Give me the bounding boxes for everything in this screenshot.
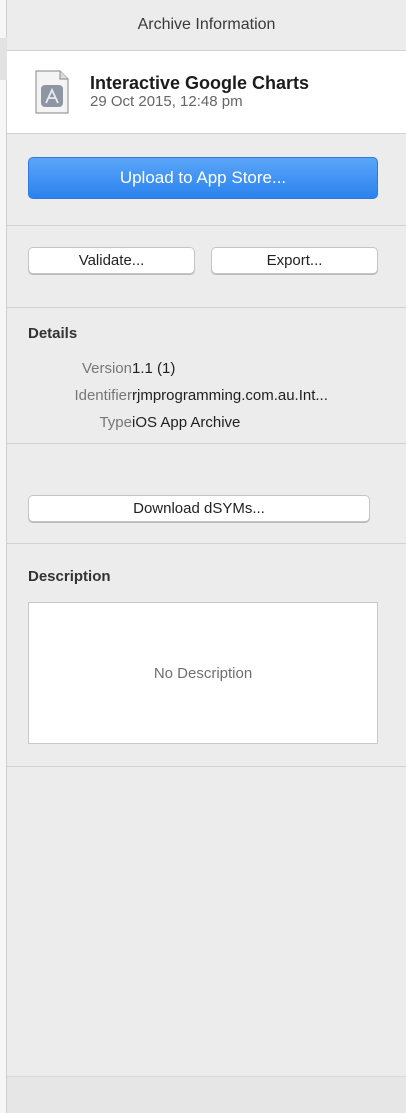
detail-value: iOS App Archive xyxy=(132,414,241,431)
description-placeholder: No Description xyxy=(153,664,253,682)
archive-summary: Interactive Google Charts 29 Oct 2015, 1… xyxy=(7,51,406,134)
archive-text: Interactive Google Charts 29 Oct 2015, 1… xyxy=(90,73,309,111)
archive-date: 29 Oct 2015, 12:48 pm xyxy=(90,93,243,110)
archive-information-panel: Archive Information Interactive Google C… xyxy=(7,0,406,1113)
detail-row-version: Version 1.1 (1) xyxy=(7,360,406,380)
description-heading: Description xyxy=(28,568,111,585)
app-archive-document-icon xyxy=(35,70,69,114)
panel-title: Archive Information xyxy=(137,16,276,33)
description-field[interactable]: No Description xyxy=(28,602,378,744)
validate-button[interactable]: Validate... xyxy=(28,247,195,274)
upload-to-app-store-button[interactable]: Upload to App Store... xyxy=(28,157,378,199)
export-button[interactable]: Export... xyxy=(211,247,378,274)
detail-row-identifier: Identifier rjmprogramming.com.au.Int... xyxy=(7,387,406,407)
detail-row-type: Type iOS App Archive xyxy=(7,414,406,434)
detail-label: Version xyxy=(81,360,132,377)
detail-value: 1.1 (1) xyxy=(132,360,176,377)
download-dsyms-button[interactable]: Download dSYMs... xyxy=(28,495,370,522)
archive-name: Interactive Google Charts xyxy=(90,73,310,93)
detail-label: Type xyxy=(99,414,132,431)
panel-bottom-bar xyxy=(7,1076,406,1113)
panel-header: Archive Information xyxy=(7,0,406,51)
detail-value: rjmprogramming.com.au.Int... xyxy=(132,387,328,404)
validate-export-section: Validate... Export... xyxy=(7,226,406,308)
details-section: Details Version 1.1 (1) Identifier rjmpr… xyxy=(7,308,406,444)
neighbor-pane-edge xyxy=(0,0,7,1113)
details-heading: Details xyxy=(28,325,78,342)
detail-label: Identifier xyxy=(74,387,132,404)
upload-section: Upload to App Store... xyxy=(7,134,406,226)
description-section: Description No Description xyxy=(7,544,406,767)
neighbor-pane-selection xyxy=(0,38,7,80)
dsyms-section: Download dSYMs... xyxy=(7,444,406,544)
